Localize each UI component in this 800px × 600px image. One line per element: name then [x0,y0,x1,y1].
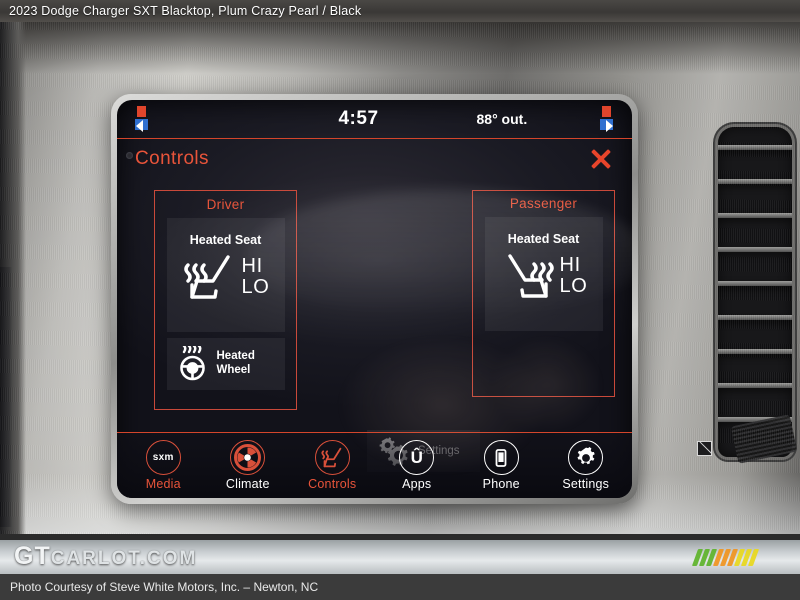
phone-icon [483,440,519,475]
infotainment-screen: 4:57 88° out. Controls Driver Heated Sea… [117,100,632,498]
status-time: 4:57 [338,108,379,129]
status-outside-temperature: 88° out. [476,111,528,127]
bottom-nav-bar: sxm Media Climate Controls Û Apps Phone … [117,432,632,498]
nav-label-controls: Controls [308,477,357,491]
passenger-zone-panel: Passenger Heated Seat HI LO [472,190,615,397]
nav-item-phone[interactable]: Phone [465,440,537,491]
driver-seat-levels[interactable]: HI LO [242,255,270,298]
apps-badge: Û [410,448,423,467]
passenger-heated-seat-label: Heated Seat [507,232,580,246]
watermark-rest: CARLOT.COM [50,548,198,569]
heated-wheel-line1: Heated [216,350,255,363]
dash-left-edge-lower [0,267,12,527]
nav-item-media[interactable]: sxm Media [127,440,199,491]
site-watermark: GT CARLOT.COM [14,542,197,571]
driver-seat-level-hi[interactable]: HI [242,255,270,277]
page-title: Controls [135,148,209,169]
nav-label-settings: Settings [562,477,610,491]
vehicle-title: 2023 Dodge Charger SXT Blacktop, Plum Cr… [9,4,362,18]
apps-uconnect-icon: Û [399,440,435,475]
photo-header-bar: 2023 Dodge Charger SXT Blacktop, Plum Cr… [0,0,800,22]
sxm-badge: sxm [152,452,174,463]
driver-heated-wheel-label: Heated Wheel [217,350,255,378]
passenger-heated-seat-icon [500,250,556,302]
nav-item-apps[interactable]: Û Apps [381,440,453,491]
page-title-row: Controls [117,138,632,180]
left-seat-climate-indicator-icon [135,106,149,132]
heated-seat-icon [314,440,350,475]
watermark-gt: GT [14,542,51,570]
passenger-heated-seat-button[interactable]: Heated Seat HI LO [484,217,603,331]
passenger-seat-level-hi[interactable]: HI [560,254,588,276]
air-vent [718,127,792,457]
driver-zone-title: Driver [206,197,245,212]
climate-fan-icon [230,440,266,475]
status-bar: 4:57 88° out. [117,100,632,139]
heated-wheel-line2: Wheel [216,364,251,376]
nav-item-controls[interactable]: Controls [296,440,368,491]
sxm-icon: sxm [145,440,181,475]
vent-marker-icon [697,441,712,456]
nav-label-climate: Climate [225,477,270,491]
right-seat-climate-indicator-icon [600,106,614,132]
heated-steering-wheel-icon [175,346,211,382]
gear-icon [568,440,604,475]
photo-footer-bar: Photo Courtesy of Steve White Motors, In… [0,574,800,600]
nav-label-apps: Apps [402,477,432,491]
driver-heated-seat-icon [182,251,238,303]
close-icon[interactable] [588,146,614,172]
driver-zone-panel: Driver Heated Seat HI LO Heated Wheel [154,190,297,410]
passenger-seat-levels[interactable]: HI LO [560,254,588,297]
dealer-logo-icon [691,549,760,566]
passenger-zone-title: Passenger [509,196,578,211]
nav-label-phone: Phone [482,477,520,491]
driver-heated-seat-button[interactable]: Heated Seat HI LO [166,218,285,332]
nav-item-climate[interactable]: Climate [212,440,284,491]
infotainment-bezel: 4:57 88° out. Controls Driver Heated Sea… [111,94,638,504]
dash-top-shadow [0,22,800,74]
nav-item-settings[interactable]: Settings [550,440,622,491]
nav-label-media: Media [145,477,181,491]
driver-heated-seat-label: Heated Seat [189,233,262,247]
driver-heated-wheel-button[interactable]: Heated Wheel [166,338,285,390]
passenger-seat-level-lo[interactable]: LO [560,275,588,297]
photo-credit: Photo Courtesy of Steve White Motors, In… [10,580,319,594]
driver-seat-level-lo[interactable]: LO [242,276,270,298]
